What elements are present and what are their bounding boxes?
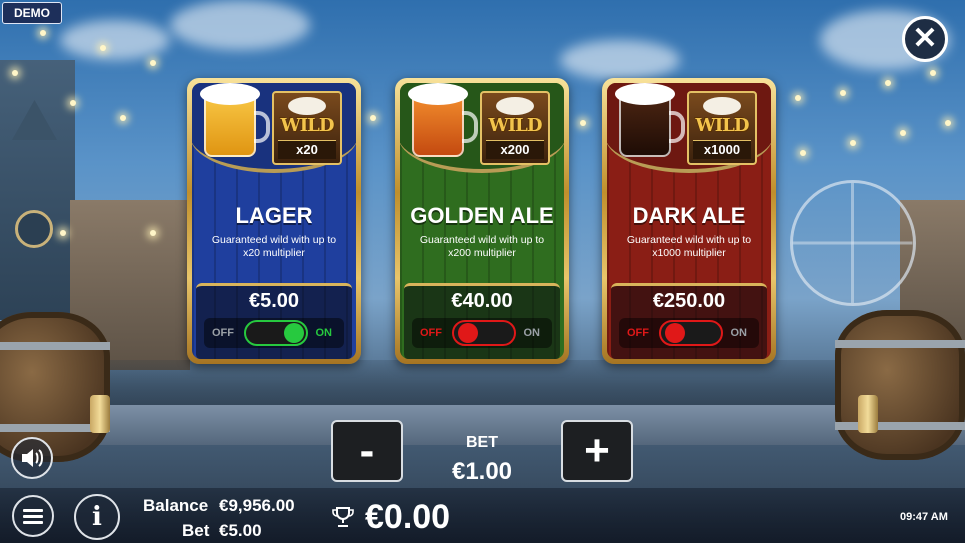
card-price: €250.00 [652,290,726,312]
balance-label: Balance [143,496,209,515]
bet-label: BET [466,434,498,451]
demo-badge: DEMO [2,2,62,24]
barrel-right [835,310,965,460]
bet-value: €1.00 [451,458,513,485]
card-price: €5.00 [248,290,300,312]
toggle-off-label: OFF [420,327,442,339]
wild-symbol: WILD x1000 [687,91,757,165]
card-title: GOLDEN ALE [410,203,554,228]
close-icon: ✕ [912,22,938,55]
toggle-row: OFF ON [619,318,759,348]
card-golden-ale: WILD x200 GOLDEN ALE Guaranteed wild wit… [395,78,569,364]
hamburger-menu-icon [23,509,43,524]
toggle-on-label: ON [315,327,333,339]
beer-mug-icon [615,83,685,157]
lager-toggle[interactable] [244,320,308,346]
card-description: Guaranteed wild with up to x1000 multipl… [626,234,752,259]
footer-bet-label: Bet [182,521,210,540]
card-description: Guaranteed wild with up to x200 multipli… [419,234,545,259]
win-amount: €0.00 [365,498,451,536]
beer-mug-icon [200,83,270,157]
close-button[interactable]: ✕ [902,16,948,62]
info-icon: i [92,502,102,532]
clock: 09:47 AM [900,511,948,523]
barrel-left [0,312,110,462]
menu-button[interactable] [12,495,54,537]
card-title: DARK ALE [632,203,746,228]
golden-ale-toggle[interactable] [452,320,516,346]
toggle-off-label: OFF [212,327,234,339]
toggle-on-label: ON [730,327,748,339]
card-price: €40.00 [451,290,513,312]
info-button[interactable]: i [74,494,120,540]
footer-bet-value: €5.00 [219,521,262,540]
toggle-row: OFF ON [412,318,552,348]
speaker-icon [22,449,43,467]
beer-mug-icon [408,83,478,157]
price-panel: €5.00 OFF ON [196,283,352,359]
trophy-icon [332,507,354,527]
multiplier-label: x20 [278,140,336,159]
wild-symbol: WILD x200 [480,91,550,165]
toggle-on-label: ON [523,327,541,339]
increase-bet-button[interactable]: + [561,420,633,482]
card-description: Guaranteed wild with up to x20 multiplie… [211,234,337,259]
toggle-off-label: OFF [627,327,649,339]
toggle-row: OFF ON [204,318,344,348]
price-panel: €250.00 OFF ON [611,283,767,359]
multiplier-label: x1000 [693,140,751,159]
card-title: LAGER [235,203,313,228]
multiplier-label: x200 [486,140,544,159]
card-dark-ale: WILD x1000 DARK ALE Guaranteed wild with… [602,78,776,364]
sound-button[interactable] [11,437,53,479]
dark-ale-toggle[interactable] [659,320,723,346]
price-panel: €40.00 OFF ON [404,283,560,359]
decrease-bet-button[interactable]: - [331,420,403,482]
wild-symbol: WILD x20 [272,91,342,165]
card-lager: WILD x20 LAGER Guaranteed wild with up t… [187,78,361,364]
balance-value: €9,956.00 [219,496,295,515]
